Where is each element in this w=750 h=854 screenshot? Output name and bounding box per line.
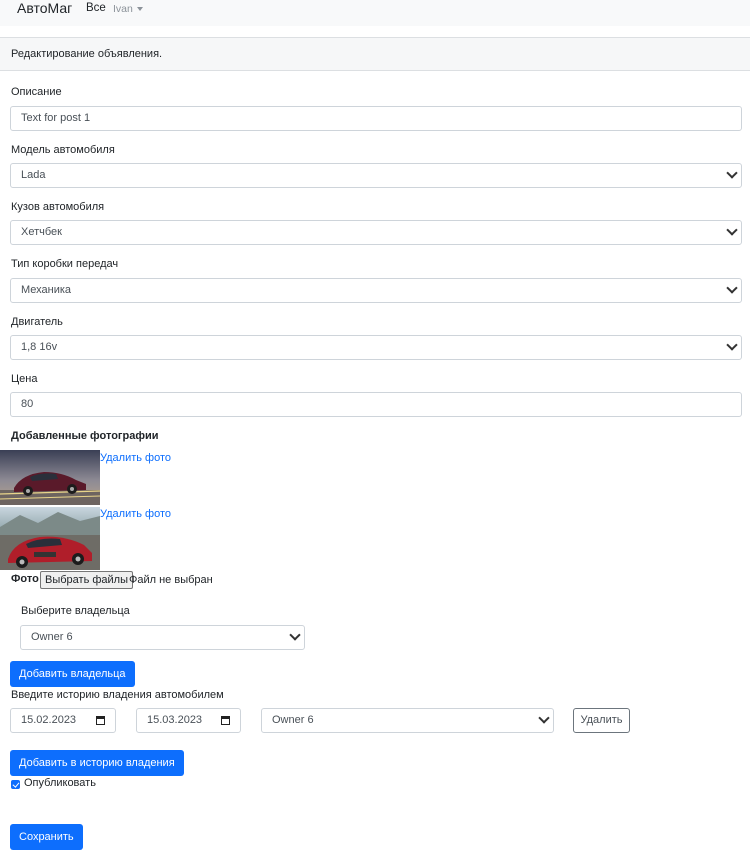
brand-logo[interactable]: АвтоМаг — [17, 0, 72, 16]
choose-files-button[interactable]: Выбрать файлы — [40, 571, 133, 589]
owner-select-label: Выберите владельца — [21, 605, 130, 617]
price-input[interactable]: 80 — [10, 392, 742, 417]
date-from-value: 15.02.2023 — [21, 714, 77, 726]
history-label: Введите историю владения автомобилем — [11, 689, 224, 701]
owner-select-value: Owner 6 — [31, 631, 73, 643]
chevron-down-icon — [726, 339, 738, 351]
gearbox-select[interactable]: Механика — [10, 278, 742, 303]
gearbox-select-value: Механика — [21, 284, 72, 296]
engine-label: Двигатель — [11, 316, 63, 328]
user-name: Ivan — [113, 3, 133, 15]
car-photo-2 — [0, 507, 100, 570]
history-owner-select[interactable]: Owner 6 — [261, 708, 554, 733]
gearbox-label: Тип коробки передач — [11, 258, 119, 270]
delete-photo-2-link[interactable]: Удалить фото — [100, 508, 171, 520]
history-date-to[interactable]: 15.03.2023 — [136, 708, 241, 733]
history-owner-value: Owner 6 — [272, 714, 314, 726]
model-select-value: Lada — [21, 169, 46, 181]
body-select[interactable]: Хетчбек — [10, 220, 742, 245]
photos-title: Добавленные фотографии — [11, 430, 159, 442]
card-header: Редактирование объявления. — [0, 37, 750, 71]
chevron-down-icon — [726, 282, 738, 294]
caret-down-icon — [136, 7, 143, 12]
chevron-down-icon — [726, 167, 738, 179]
add-owner-button[interactable]: Добавить владельца — [10, 661, 135, 687]
model-select[interactable]: Lada — [10, 163, 742, 188]
chevron-down-icon — [726, 224, 738, 236]
user-dropdown[interactable]: Ivan — [113, 3, 143, 15]
chevron-down-icon — [538, 712, 550, 724]
price-label: Цена — [11, 373, 38, 385]
calendar-icon[interactable] — [221, 716, 230, 725]
save-button[interactable]: Сохранить — [10, 824, 83, 850]
publish-checkbox[interactable] — [11, 780, 20, 789]
navbar: АвтоМаг Все Ivan — [0, 0, 750, 26]
photo-file-label: Фото — [11, 573, 39, 585]
owner-select[interactable]: Owner 6 — [20, 625, 305, 650]
delete-photo-1-link[interactable]: Удалить фото — [100, 452, 171, 464]
engine-select[interactable]: 1,8 16v — [10, 335, 742, 360]
history-date-from[interactable]: 15.02.2023 — [10, 708, 116, 733]
model-label: Модель автомобиля — [11, 144, 115, 156]
chevron-down-icon — [289, 629, 301, 641]
publish-label: Опубликовать — [24, 777, 96, 789]
car-photo-1 — [0, 450, 100, 505]
description-input[interactable]: Text for post 1 — [10, 106, 742, 131]
history-delete-button[interactable]: Удалить — [573, 708, 630, 733]
description-label: Описание — [11, 86, 62, 98]
body-select-value: Хетчбек — [21, 226, 62, 238]
nav-link-all[interactable]: Все — [86, 2, 106, 14]
add-history-button[interactable]: Добавить в историю владения — [10, 750, 184, 776]
file-status: Файл не выбран — [129, 574, 213, 586]
calendar-icon[interactable] — [96, 716, 105, 725]
date-to-value: 15.03.2023 — [147, 714, 203, 726]
body-label: Кузов автомобиля — [11, 201, 105, 213]
engine-select-value: 1,8 16v — [21, 341, 58, 353]
